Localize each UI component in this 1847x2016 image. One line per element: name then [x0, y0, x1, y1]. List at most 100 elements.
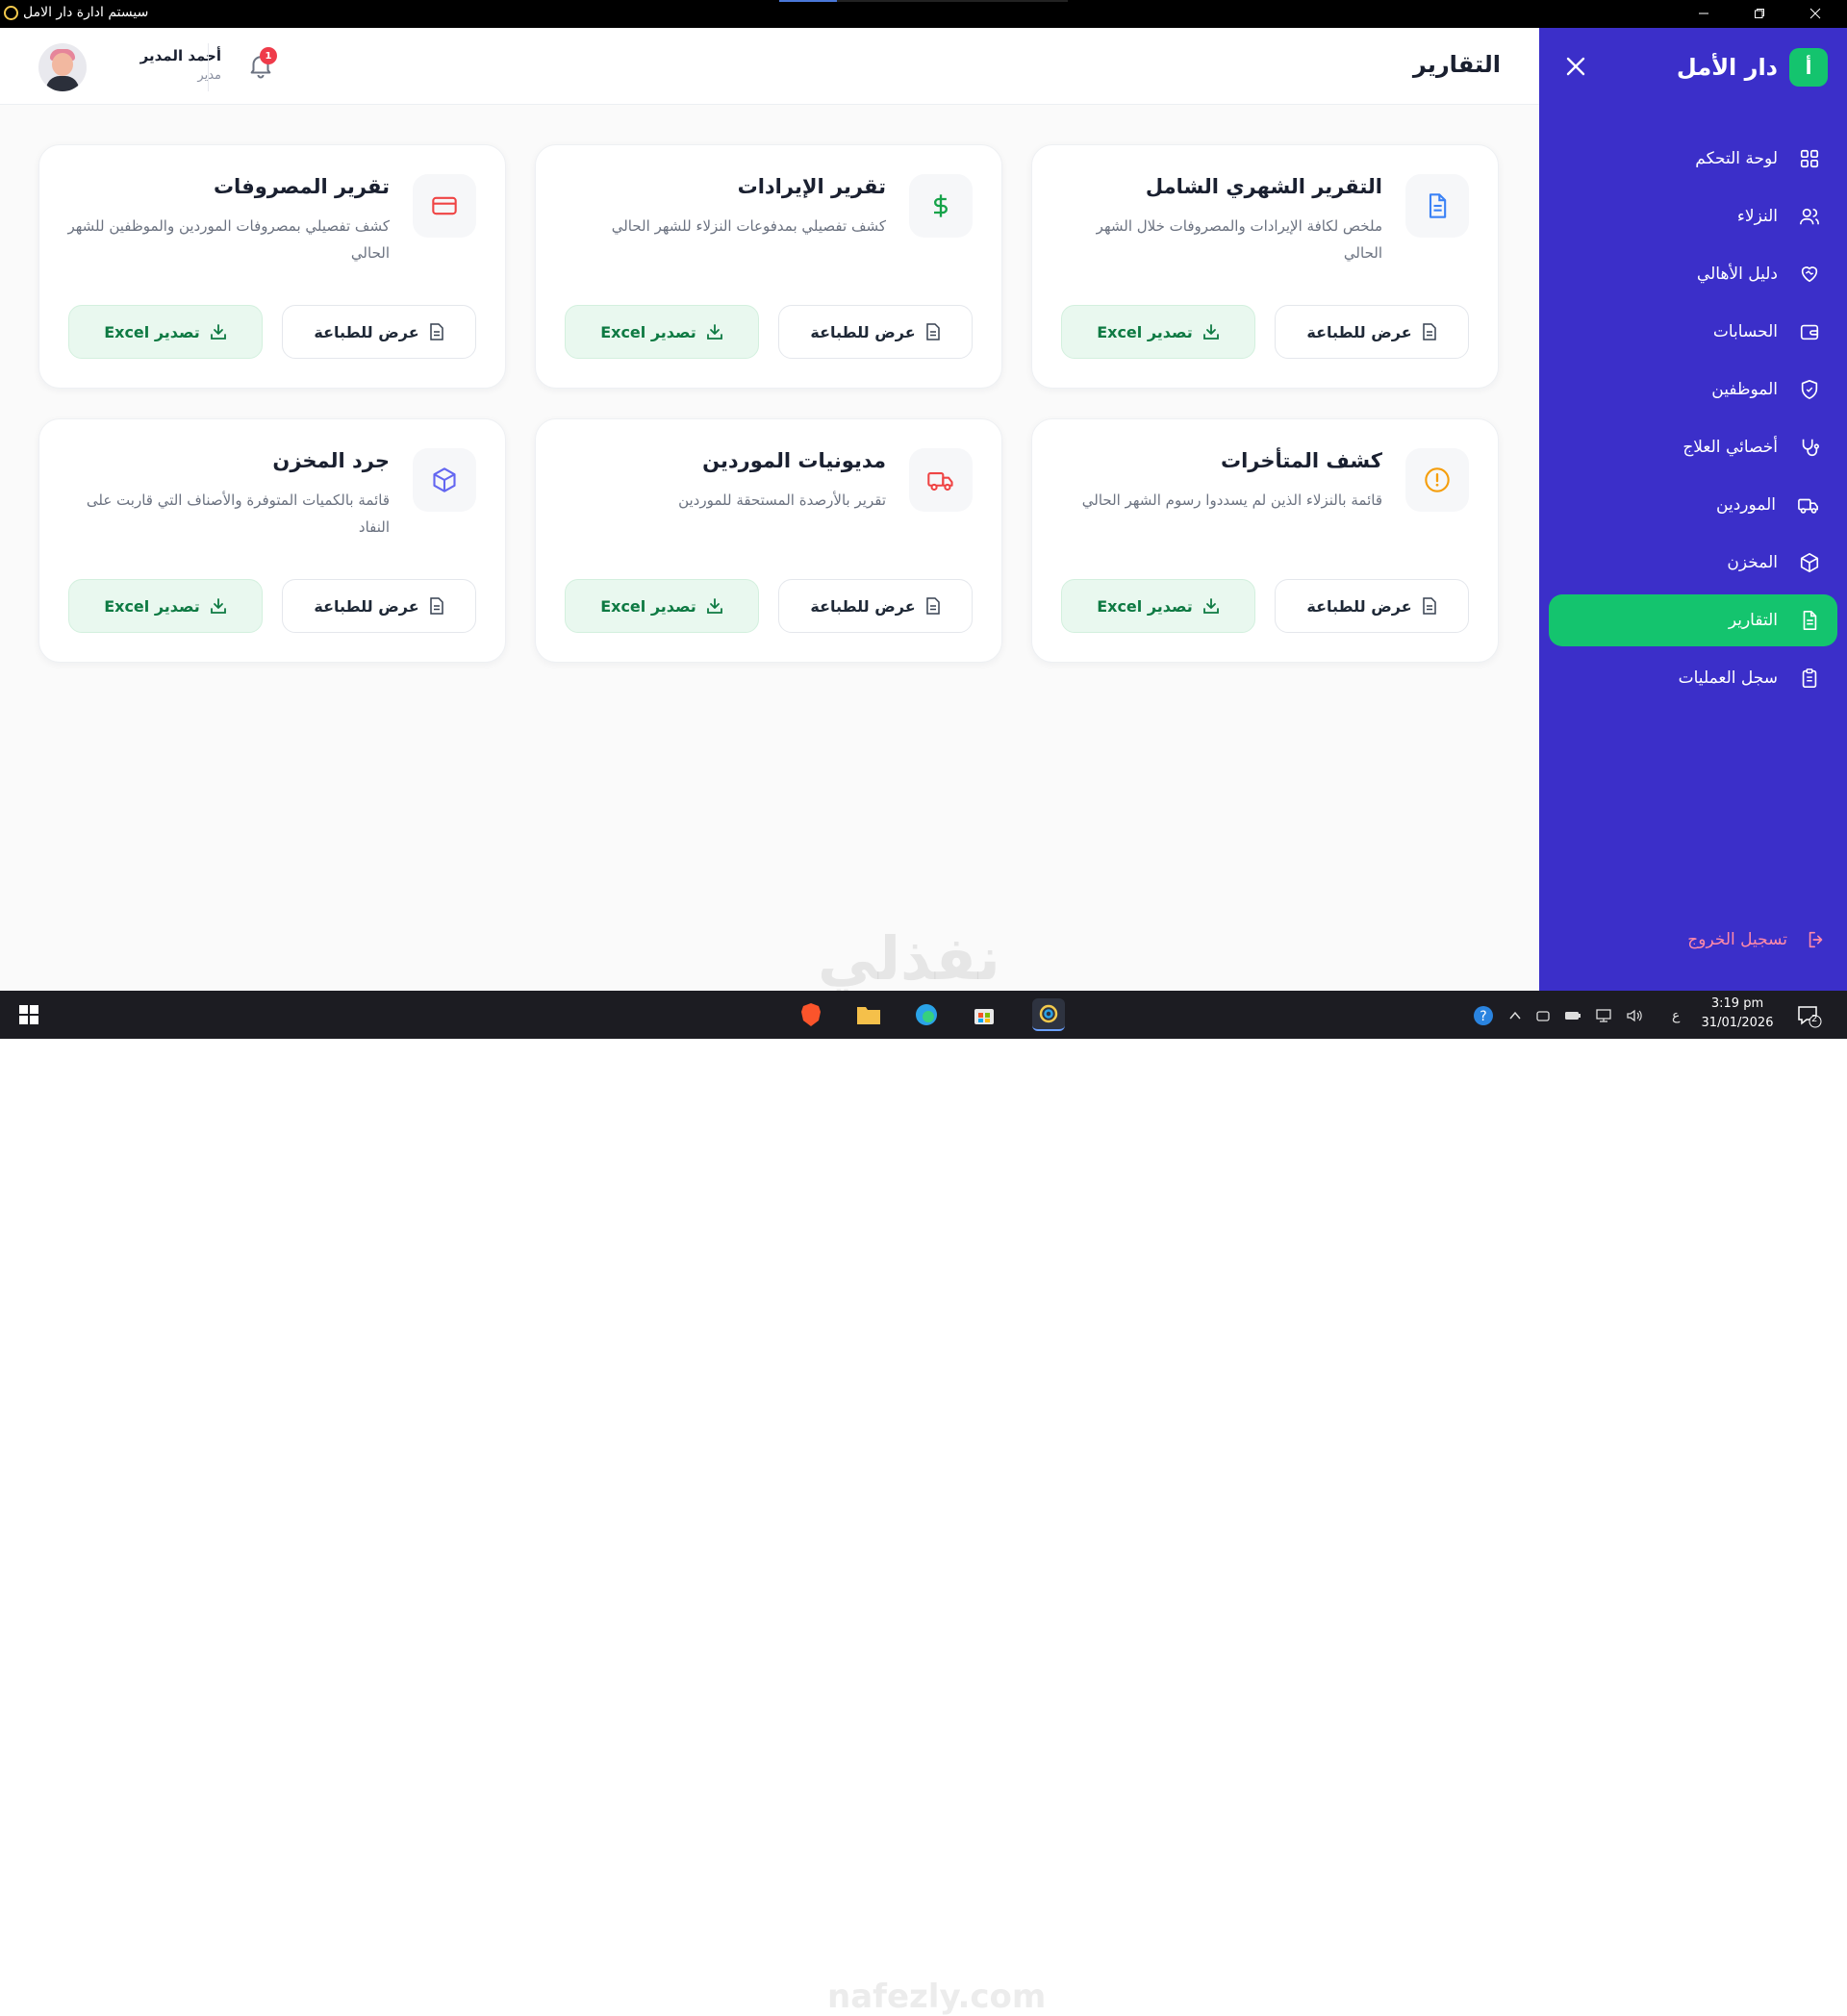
excel-label: تصدير Excel [104, 596, 200, 616]
report-card-expenses: تقرير المصروفات كشف تفصيلي بمصروفات المو… [38, 144, 506, 389]
restore-button[interactable] [1737, 3, 1782, 24]
sidebar-close-button[interactable] [1562, 53, 1589, 80]
system-tray: ? ع [1472, 1004, 1680, 1027]
sidebar-item-employees[interactable]: الموظفين [1549, 364, 1837, 416]
store-icon[interactable] [968, 998, 1000, 1031]
truck-icon [1798, 498, 1818, 514]
print-view-button[interactable]: عرض للطباعة [778, 579, 973, 633]
print-view-button[interactable]: عرض للطباعة [1275, 579, 1469, 633]
help-icon[interactable]: ? [1472, 1004, 1495, 1027]
dar-alamal-app-icon[interactable] [1032, 998, 1065, 1031]
edge-browser-icon[interactable] [910, 998, 943, 1031]
sidebar-item-accounts[interactable]: الحسابات [1549, 306, 1837, 358]
print-label: عرض للطباعة [810, 596, 916, 616]
watermark-logo: نفذلي [818, 923, 1000, 994]
print-label: عرض للطباعة [1306, 596, 1412, 616]
logout-button[interactable]: تسجيل الخروج [1687, 929, 1828, 950]
sidebar-item-therapist[interactable]: أخصائي العلاج [1549, 421, 1837, 473]
dollar-icon [909, 174, 973, 238]
sidebar-item-label: النزلاء [1736, 207, 1778, 226]
window-title-bar: سيستم ادارة دار الامل [0, 0, 1847, 28]
shield-icon [1801, 380, 1818, 399]
excel-label: تصدير Excel [104, 322, 200, 341]
excel-label: تصدير Excel [1097, 322, 1193, 341]
user-info: أحمد المدير مدير [98, 47, 221, 83]
file-icon [925, 597, 940, 615]
sidebar-item-reports[interactable]: التقارير [1549, 594, 1837, 646]
brave-browser-icon[interactable] [795, 998, 827, 1031]
sidebar-item-suppliers[interactable]: الموردين [1549, 479, 1837, 531]
card-title: تقرير الإيرادات [737, 175, 886, 198]
export-excel-button[interactable]: تصدير Excel [68, 579, 263, 633]
excel-label: تصدير Excel [600, 596, 696, 616]
file-icon [429, 323, 443, 340]
sidebar-item-label: الموردين [1716, 495, 1776, 515]
app-logo-icon [4, 6, 18, 20]
report-card-revenue: تقرير الإيرادات كشف تفصيلي بمدفوعات النز… [535, 144, 1002, 389]
card-description: قائمة بالنزلاء الذين لم يسددوا رسوم الشه… [1081, 491, 1382, 509]
sidebar-item-families[interactable]: دليل الأهالي [1549, 248, 1837, 300]
volume-icon[interactable] [1626, 1008, 1643, 1023]
close-icon [1566, 57, 1585, 76]
card-title: جرد المخزن [272, 449, 390, 472]
window-title: سيستم ادارة دار الامل [23, 5, 149, 20]
download-icon [1202, 324, 1219, 340]
main-content: التقارير أحمد المدير مدير 1 التقرير الشه… [0, 28, 1539, 991]
chevron-up-icon[interactable] [1508, 1009, 1522, 1022]
file-icon [925, 323, 940, 340]
sidebar-item-warehouse[interactable]: المخزن [1549, 537, 1837, 589]
report-card-arrears: كشف المتأخرات قائمة بالنزلاء الذين لم يس… [1031, 418, 1499, 663]
file-explorer-icon[interactable] [852, 998, 885, 1031]
clipboard-icon [1802, 668, 1817, 688]
sidebar-item-activity-log[interactable]: سجل العمليات [1549, 652, 1837, 704]
battery-icon[interactable] [1564, 1009, 1581, 1022]
export-excel-button[interactable]: تصدير Excel [565, 305, 759, 359]
input-language[interactable]: ع [1672, 1008, 1680, 1023]
print-label: عرض للطباعة [1306, 322, 1412, 341]
sidebar-item-label: الموظفين [1711, 380, 1778, 399]
sidebar: أ دار الأمل لوحة التحكم النزلاء دليل الأ… [1539, 28, 1847, 991]
sidebar-item-dashboard[interactable]: لوحة التحكم [1549, 133, 1837, 185]
box-icon [1800, 553, 1819, 572]
avatar[interactable] [38, 43, 87, 91]
print-view-button[interactable]: عرض للطباعة [282, 305, 476, 359]
close-window-button[interactable] [1793, 3, 1837, 24]
card-description: قائمة بالكميات المتوفرة والأصناف التي قا… [86, 491, 390, 536]
meet-icon[interactable] [1535, 1008, 1551, 1023]
minimize-button[interactable] [1682, 3, 1726, 24]
clock[interactable]: 3:19 pm 31/01/2026 [1699, 995, 1776, 1033]
svg-text:?: ? [1480, 1009, 1486, 1024]
download-icon [1202, 598, 1219, 614]
report-card-inventory: جرد المخزن قائمة بالكميات المتوفرة والأص… [38, 418, 506, 663]
export-excel-button[interactable]: تصدير Excel [68, 305, 263, 359]
print-view-button[interactable]: عرض للطباعة [1275, 305, 1469, 359]
card-description: تقرير بالأرصدة المستحقة للموردين [678, 491, 886, 509]
export-excel-button[interactable]: تصدير Excel [565, 579, 759, 633]
page-title: التقارير [1412, 51, 1501, 78]
card-title: تقرير المصروفات [213, 175, 390, 198]
export-excel-button[interactable]: تصدير Excel [1061, 579, 1255, 633]
user-profile[interactable]: أحمد المدير مدير [38, 41, 221, 93]
network-icon[interactable] [1595, 1008, 1612, 1023]
minimize-icon [1699, 13, 1708, 14]
file-icon [1422, 597, 1436, 615]
start-button[interactable] [19, 1005, 38, 1024]
sidebar-item-residents[interactable]: النزلاء [1549, 190, 1837, 242]
notification-icon [1798, 1006, 1822, 1028]
download-icon [706, 598, 722, 614]
close-icon [1809, 8, 1821, 19]
sidebar-item-label: الحسابات [1712, 322, 1778, 341]
print-view-button[interactable]: عرض للطباعة [282, 579, 476, 633]
sidebar-item-label: سجل العمليات [1678, 668, 1778, 688]
print-label: عرض للطباعة [810, 322, 916, 341]
notification-center-button[interactable]: 2 [1795, 1002, 1822, 1029]
file-icon [429, 597, 443, 615]
card-description: كشف تفصيلي بمصروفات الموردين والموظفين ل… [67, 217, 390, 262]
top-header: التقارير أحمد المدير مدير 1 [0, 28, 1539, 105]
file-icon [1422, 323, 1436, 340]
export-excel-button[interactable]: تصدير Excel [1061, 305, 1255, 359]
print-view-button[interactable]: عرض للطباعة [778, 305, 973, 359]
sidebar-item-label: دليل الأهالي [1696, 265, 1778, 284]
sidebar-nav: لوحة التحكم النزلاء دليل الأهالي الحسابا… [1549, 133, 1837, 710]
print-label: عرض للطباعة [314, 596, 419, 616]
